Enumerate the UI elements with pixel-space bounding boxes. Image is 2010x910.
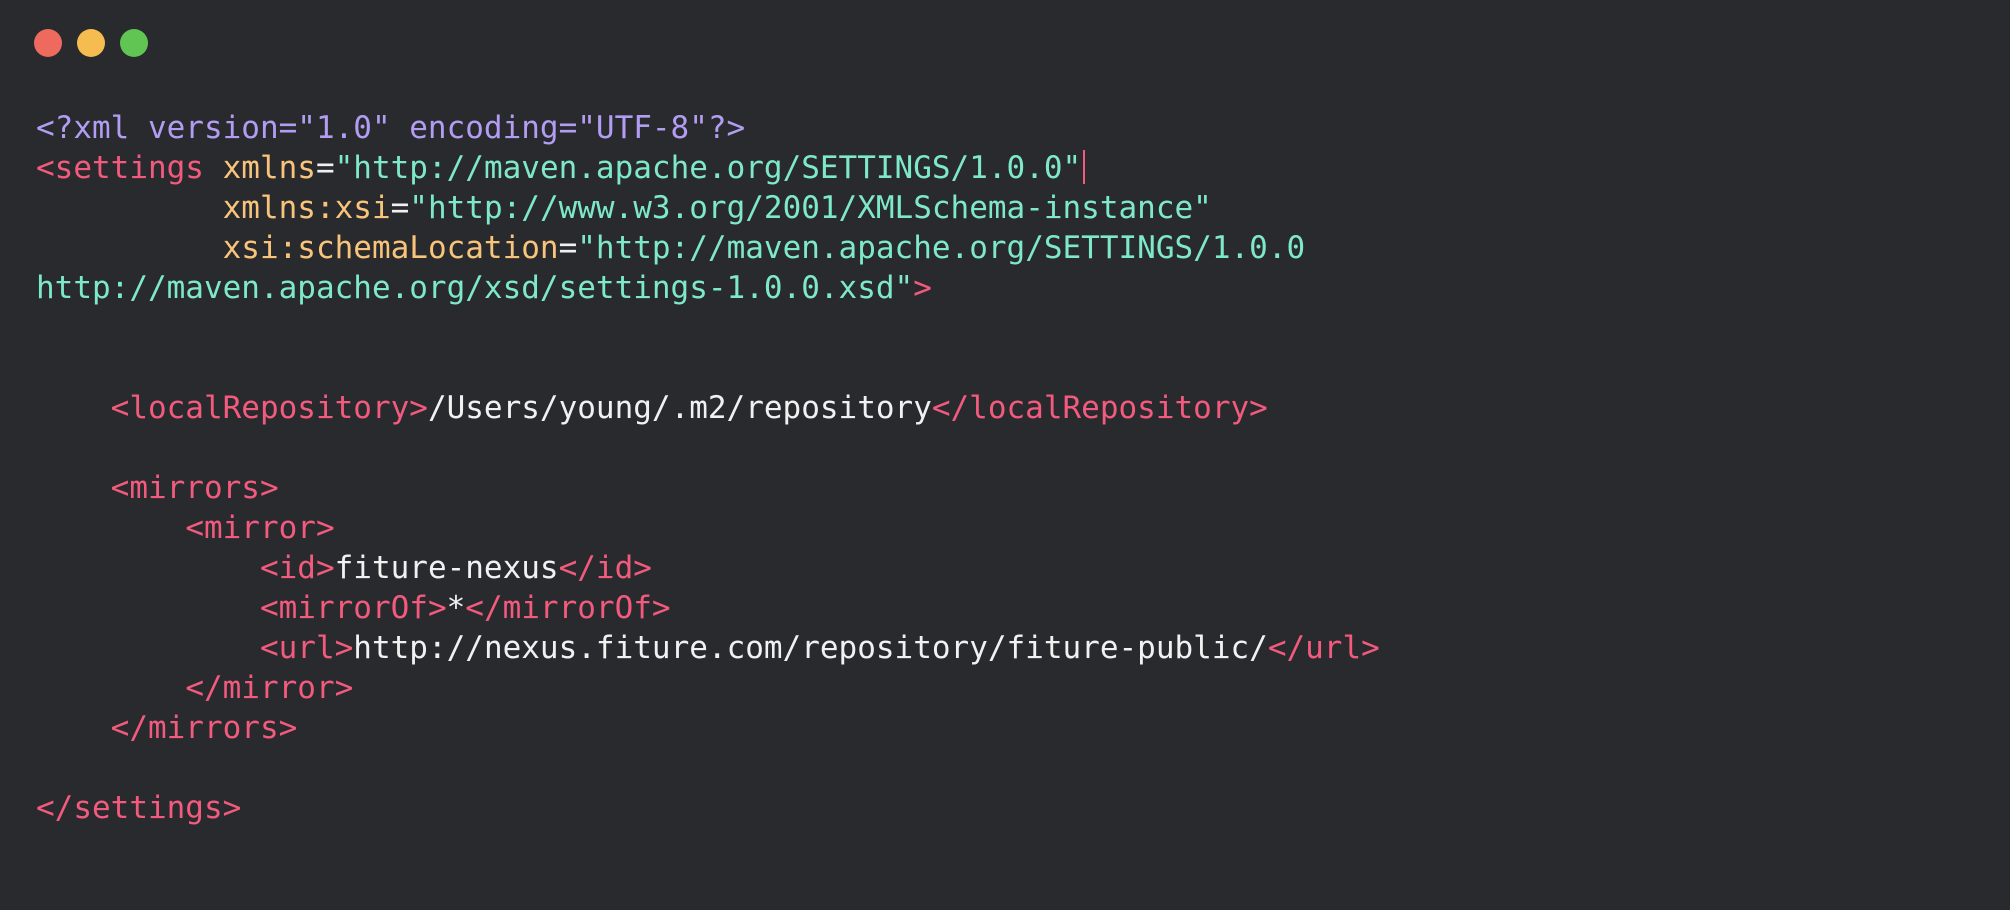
xml-tag: </mirror> <box>185 670 354 706</box>
xml-declaration: <?xml version="1.0" encoding="UTF-8"?> <box>36 110 746 146</box>
xml-tag: <localRepository> <box>110 390 428 426</box>
code-line: <mirror> <box>36 508 1380 548</box>
zoom-button[interactable] <box>120 29 148 57</box>
code-line: </mirror> <box>36 668 1380 708</box>
xml-text <box>36 190 223 226</box>
xml-tag: </mirrorOf> <box>465 590 671 626</box>
xml-attribute: xmlns <box>222 150 316 186</box>
xml-text <box>36 630 260 666</box>
xml-text <box>36 510 185 546</box>
xml-tag: </id> <box>558 550 652 586</box>
xml-text: fiture-nexus <box>334 550 559 586</box>
xml-text <box>36 670 185 706</box>
code-line: http://maven.apache.org/xsd/settings-1.0… <box>36 268 1380 308</box>
xml-tag: <mirrorOf> <box>259 590 447 626</box>
xml-text <box>36 390 111 426</box>
code-line: </mirrors> <box>36 708 1380 748</box>
code-line: <settings xmlns="http://maven.apache.org… <box>36 148 1380 188</box>
code-line: <mirrors> <box>36 468 1380 508</box>
code-line: xmlns:xsi="http://www.w3.org/2001/XMLSch… <box>36 188 1380 228</box>
xml-tag: <mirror> <box>185 510 335 546</box>
code-line: </settings> <box>36 788 1380 828</box>
xml-tag: > <box>913 270 932 306</box>
xml-tag: <mirrors> <box>110 470 279 506</box>
xml-tag: </localRepository> <box>931 390 1268 426</box>
xml-text <box>36 550 260 586</box>
code-editor[interactable]: <?xml version="1.0" encoding="UTF-8"?> <s… <box>36 108 1380 828</box>
close-button[interactable] <box>34 29 62 57</box>
xml-string: "http://www.w3.org/2001/XMLSchema-instan… <box>409 190 1212 226</box>
xml-text: http://nexus.fiture.com/repository/fitur… <box>353 630 1268 666</box>
xml-text: = <box>558 230 578 266</box>
xml-text: /Users/young/.m2/repository <box>427 390 932 426</box>
xml-text: * <box>446 590 466 626</box>
xml-tag: </url> <box>1267 630 1380 666</box>
xml-text <box>36 470 111 506</box>
text-cursor <box>1083 150 1086 184</box>
xml-tag: <url> <box>259 630 354 666</box>
xml-text: = <box>390 190 410 226</box>
code-line: <url>http://nexus.fiture.com/repository/… <box>36 628 1380 668</box>
xml-attribute: xsi:schemaLocation <box>222 230 559 266</box>
xml-tag: <settings <box>36 150 223 186</box>
minimize-button[interactable] <box>77 29 105 57</box>
xml-text: = <box>315 150 335 186</box>
xml-text <box>36 590 260 626</box>
code-line: xsi:schemaLocation="http://maven.apache.… <box>36 228 1380 268</box>
xml-text <box>36 230 223 266</box>
xml-text <box>36 710 111 746</box>
code-line: <?xml version="1.0" encoding="UTF-8"?> <box>36 108 1380 148</box>
xml-string: http://maven.apache.org/xsd/settings-1.0… <box>36 270 914 306</box>
xml-tag: </settings> <box>36 790 242 826</box>
code-line: <mirrorOf>*</mirrorOf> <box>36 588 1380 628</box>
xml-string: "http://maven.apache.org/SETTINGS/1.0.0" <box>334 150 1082 186</box>
xml-attribute: xmlns:xsi <box>222 190 391 226</box>
code-line: <localRepository>/Users/young/.m2/reposi… <box>36 388 1380 428</box>
code-window: <?xml version="1.0" encoding="UTF-8"?> <s… <box>0 0 2010 910</box>
xml-tag: </mirrors> <box>110 710 298 746</box>
xml-tag: <id> <box>259 550 335 586</box>
window-controls <box>34 29 148 57</box>
xml-string: "http://maven.apache.org/SETTINGS/1.0.0 <box>577 230 1306 266</box>
code-line: <id>fiture-nexus</id> <box>36 548 1380 588</box>
